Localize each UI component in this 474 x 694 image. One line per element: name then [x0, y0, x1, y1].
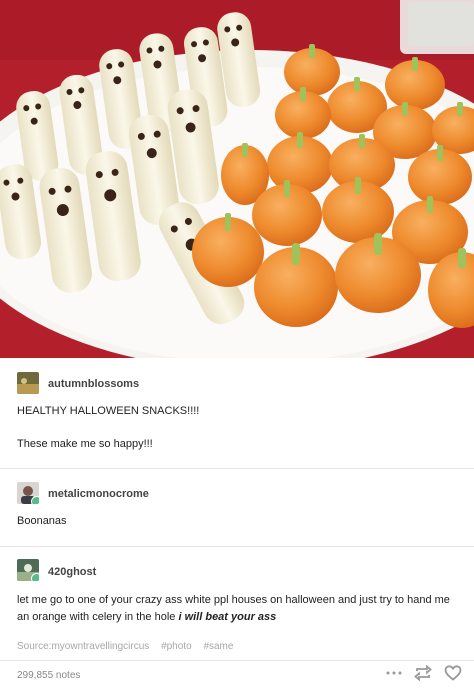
- comment-text-autumnblossoms-line1: HEALTHY HALLOWEEN SNACKS!!!!: [17, 405, 200, 417]
- username-420ghost[interactable]: 420ghost: [48, 566, 96, 578]
- username-autumnblossoms[interactable]: autumnblossoms: [48, 378, 139, 390]
- avatar-metalicmonocrome[interactable]: [17, 482, 39, 504]
- source-link[interactable]: Source:myowntravellingcircus: [17, 641, 149, 652]
- more-dots-icon[interactable]: [386, 670, 402, 676]
- follow-badge-icon: [31, 496, 39, 504]
- source-label: Source:: [17, 641, 52, 652]
- comment-text-420ghost-emphasis: i will beat your ass: [178, 611, 277, 623]
- comment-text-420ghost: let me go to one of your crazy ass white…: [17, 592, 464, 626]
- tag-same[interactable]: #same: [203, 641, 233, 652]
- tag-photo[interactable]: #photo: [161, 641, 192, 652]
- notes-count[interactable]: 299,855 notes: [17, 670, 80, 681]
- post-meta: Source:myowntravellingcircus #photo #sam…: [17, 641, 242, 652]
- divider: [0, 546, 474, 547]
- divider: [0, 660, 474, 661]
- comment-text-autumnblossoms-line2: These make me so happy!!!: [17, 438, 153, 450]
- heart-icon[interactable]: [444, 665, 462, 681]
- reblog-icon[interactable]: [414, 665, 432, 681]
- post-photo[interactable]: [0, 0, 474, 358]
- source-name: myowntravellingcircus: [51, 641, 150, 652]
- avatar-420ghost[interactable]: [17, 559, 39, 581]
- username-metalicmonocrome[interactable]: metalicmonocrome: [48, 488, 149, 500]
- avatar-autumnblossoms[interactable]: [17, 372, 39, 394]
- comment-text-metalicmonocrome: Boonanas: [17, 515, 67, 527]
- post-actions: [374, 665, 462, 681]
- divider: [0, 468, 474, 469]
- follow-badge-icon: [31, 573, 39, 581]
